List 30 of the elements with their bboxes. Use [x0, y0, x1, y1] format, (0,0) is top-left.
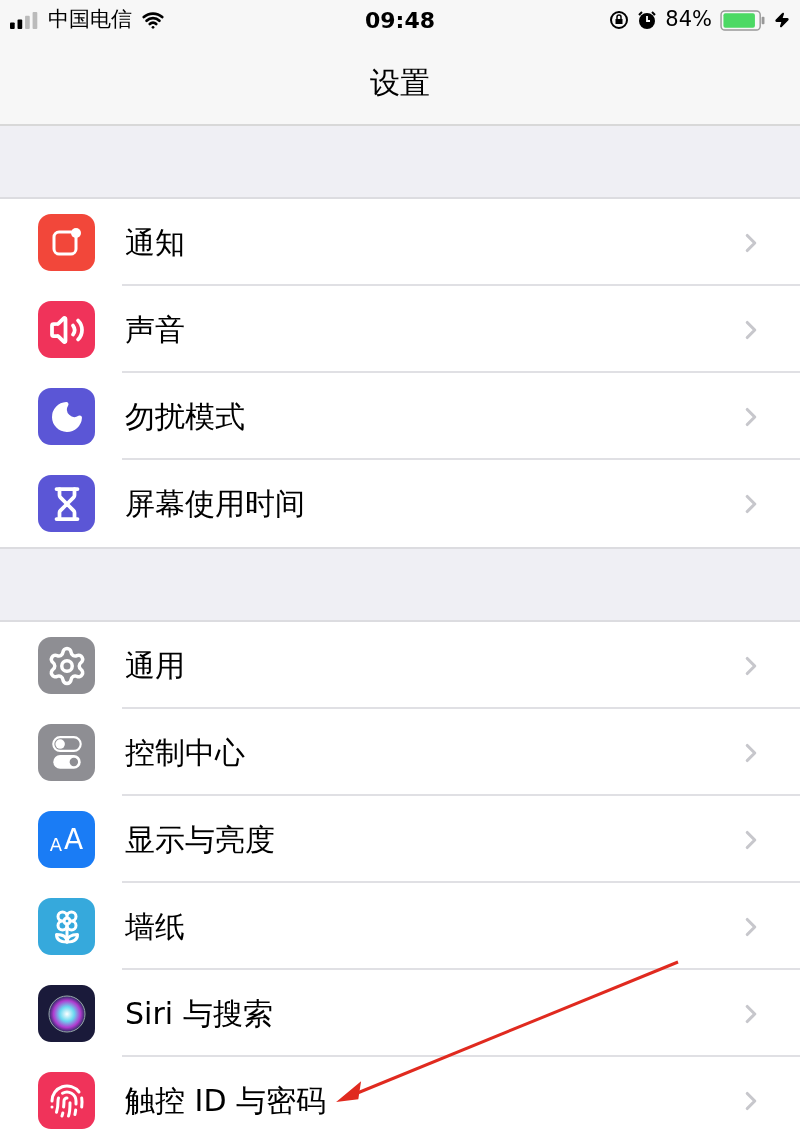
settings-row[interactable]: Siri 与搜索	[0, 970, 800, 1057]
row-label: 屏幕使用时间	[125, 485, 306, 523]
row-label: Siri 与搜索	[125, 995, 274, 1033]
row-label: 控制中心	[125, 734, 246, 772]
settings-row[interactable]: 勿扰模式	[0, 373, 800, 460]
row-label: 墙纸	[125, 908, 186, 946]
settings-row[interactable]: 声音	[0, 286, 800, 373]
settings-row[interactable]: 墙纸	[0, 883, 800, 970]
battery-icon	[720, 9, 766, 31]
settings-row[interactable]: 触控 ID 与密码	[0, 1057, 800, 1137]
settings-row[interactable]: 控制中心	[0, 709, 800, 796]
text-size-icon: AA	[38, 811, 95, 868]
time-text: 09:48	[365, 6, 435, 35]
settings-row[interactable]: 通知	[0, 199, 800, 286]
row-label: 通知	[125, 224, 186, 262]
row-label: 声音	[125, 311, 186, 349]
row-label: 显示与亮度	[125, 821, 276, 859]
settings-row[interactable]: 屏幕使用时间	[0, 460, 800, 547]
alarm-icon	[637, 10, 658, 30]
charging-icon	[774, 11, 790, 29]
row-label: 通用	[125, 647, 186, 685]
row-label: 勿扰模式	[125, 398, 246, 436]
row-label: 触控 ID 与密码	[125, 1082, 328, 1120]
settings-row[interactable]: AA 显示与亮度	[0, 796, 800, 883]
wifi-icon	[142, 9, 164, 31]
carrier-text: 中国电信	[48, 6, 132, 34]
page-title: 设置	[370, 63, 430, 102]
settings-row[interactable]: 通用	[0, 622, 800, 709]
battery-percent: 84%	[665, 6, 712, 34]
rotation-lock-icon	[609, 10, 630, 30]
